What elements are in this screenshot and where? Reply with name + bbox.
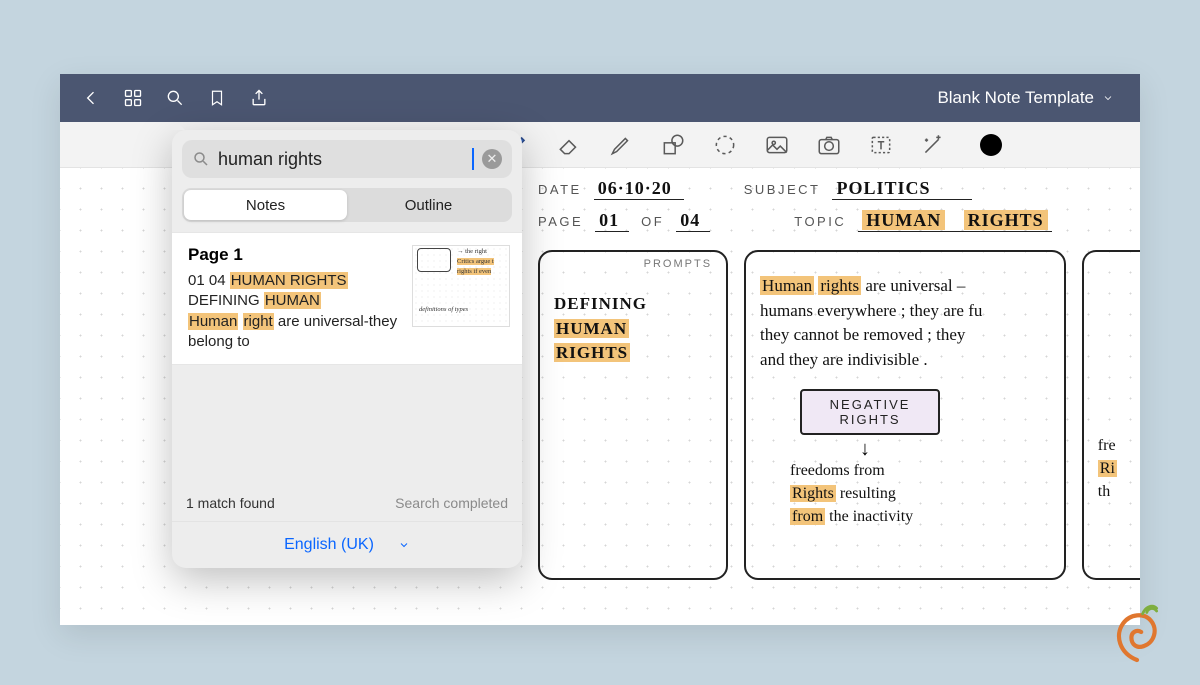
search-status: Search completed: [395, 495, 508, 511]
notes-box-right-partial: fre Ri th: [1082, 250, 1140, 580]
of-value: 04: [676, 210, 710, 232]
note-content: DATE 06·10·20 SUBJECT Politics PAGE 01 O…: [538, 178, 1140, 580]
result-snippet: 01 04 HUMAN RIGHTS DEFINING HUMAN Human …: [188, 271, 400, 352]
topic-value-1: HUMAN: [862, 210, 945, 230]
search-popover: ✕ Notes Outline Page 1 01 04 HUMAN RIGHT…: [172, 130, 522, 568]
image-tool[interactable]: [762, 130, 792, 160]
search-scope-segmented: Notes Outline: [182, 188, 512, 222]
notes-box: Human rights are universal – humans ever…: [744, 250, 1066, 580]
eraser-tool[interactable]: [554, 130, 584, 160]
text-tool[interactable]: [866, 130, 896, 160]
top-navigation-bar: Blank Note Template: [60, 74, 1140, 122]
tab-notes[interactable]: Notes: [184, 190, 347, 220]
app-window: Blank Note Template: [60, 74, 1140, 625]
camera-tool[interactable]: [814, 130, 844, 160]
subject-field: SUBJECT Politics: [744, 178, 973, 200]
arrow-down-icon: ↓: [860, 439, 1050, 459]
search-input[interactable]: [218, 149, 464, 170]
shapes-tool[interactable]: [658, 130, 688, 160]
page-label: PAGE: [538, 214, 583, 229]
grid-view-button[interactable]: [112, 74, 154, 122]
language-label: English (UK): [284, 536, 374, 554]
brand-logo: [1102, 597, 1172, 667]
chevron-down-icon: [398, 539, 410, 551]
page-field: PAGE 01 OF 04: [538, 210, 710, 232]
date-label: DATE: [538, 182, 582, 197]
result-thumbnail: → the right Critics argue t rights if ev…: [412, 245, 510, 327]
topic-label: TOPIC: [794, 214, 846, 229]
subject-value: Politics: [832, 178, 972, 200]
language-selector[interactable]: English (UK): [172, 521, 522, 568]
document-title: Blank Note Template: [937, 88, 1094, 108]
popover-caret: [169, 122, 185, 130]
topic-field: TOPIC HUMAN RIGHTS: [794, 210, 1051, 232]
match-count: 1 match found: [186, 495, 275, 511]
prompts-box: PROMPTS DEFINING HUMAN RIGHTS: [538, 250, 728, 580]
bookmark-button[interactable]: [196, 74, 238, 122]
clear-search-button[interactable]: ✕: [482, 149, 502, 169]
search-icon: [192, 150, 210, 168]
search-footer: 1 match found Search completed: [182, 475, 512, 521]
color-picker-black[interactable]: [980, 134, 1002, 156]
chevron-down-icon: [1102, 92, 1114, 104]
highlighter-tool[interactable]: [606, 130, 636, 160]
subject-label: SUBJECT: [744, 182, 821, 197]
search-result[interactable]: Page 1 01 04 HUMAN RIGHTS DEFINING HUMAN…: [172, 232, 522, 365]
search-field[interactable]: ✕: [182, 140, 512, 178]
of-label: OF: [641, 214, 664, 229]
topic-value-2: RIGHTS: [964, 210, 1048, 230]
document-title-dropdown[interactable]: Blank Note Template: [937, 88, 1114, 108]
prompts-label: PROMPTS: [644, 258, 712, 270]
lasso-tool[interactable]: [710, 130, 740, 160]
magic-tool[interactable]: [918, 130, 948, 160]
result-page-label: Page 1: [188, 245, 400, 265]
negative-rights-box: NEGATIVE RIGHTS: [800, 389, 940, 435]
date-field: DATE 06·10·20: [538, 178, 684, 200]
search-button[interactable]: [154, 74, 196, 122]
tab-outline[interactable]: Outline: [347, 190, 510, 220]
back-button[interactable]: [70, 74, 112, 122]
date-value: 06·10·20: [594, 178, 684, 200]
page-value: 01: [595, 210, 629, 232]
text-cursor: [472, 148, 474, 170]
share-button[interactable]: [238, 74, 280, 122]
